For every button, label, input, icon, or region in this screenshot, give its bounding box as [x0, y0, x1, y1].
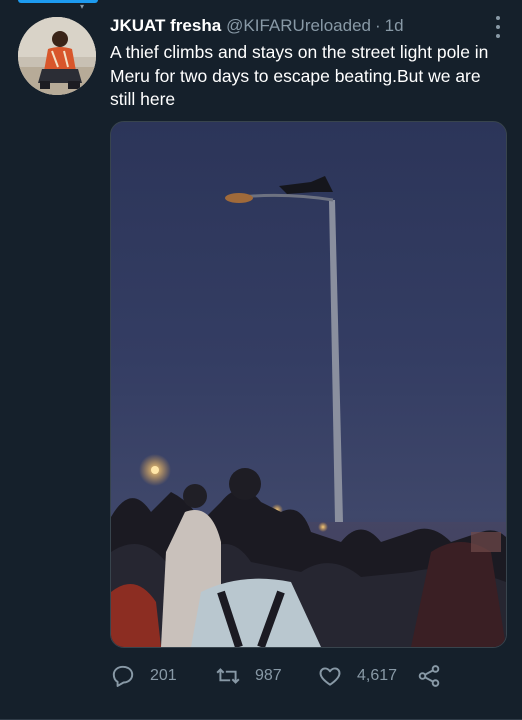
more-vertical-icon[interactable]: [492, 16, 504, 38]
tab-indicator: [18, 0, 98, 3]
reply-button[interactable]: 201: [110, 660, 177, 692]
like-button[interactable]: 4,617: [317, 660, 397, 692]
tweet-header: JKUAT fresha @KIFARUreloaded · 1d: [110, 14, 508, 38]
reply-count: 201: [150, 667, 177, 684]
tweet-text: A thief climbs and stays on the street l…: [110, 42, 489, 109]
retweet-button[interactable]: 987: [215, 660, 282, 692]
avatar[interactable]: [18, 17, 96, 95]
user-handle[interactable]: @KIFARUreloaded: [226, 16, 371, 36]
tweet-photo[interactable]: [110, 121, 507, 648]
reply-icon: [112, 665, 134, 687]
photo-image: [111, 122, 506, 647]
heart-icon: [319, 667, 341, 686]
retweet-icon: [216, 668, 240, 684]
timestamp[interactable]: 1d: [385, 16, 404, 36]
separator-dot: ·: [374, 16, 381, 35]
share-button[interactable]: [416, 660, 456, 692]
caret-down-icon: ▾: [80, 2, 85, 11]
share-icon: [418, 665, 440, 687]
tweet-actions: 201 987 4,617: [110, 660, 510, 692]
avatar-image: [18, 17, 96, 95]
retweet-count: 987: [255, 667, 282, 684]
display-name[interactable]: JKUAT fresha: [110, 16, 221, 36]
like-count: 4,617: [357, 667, 398, 684]
